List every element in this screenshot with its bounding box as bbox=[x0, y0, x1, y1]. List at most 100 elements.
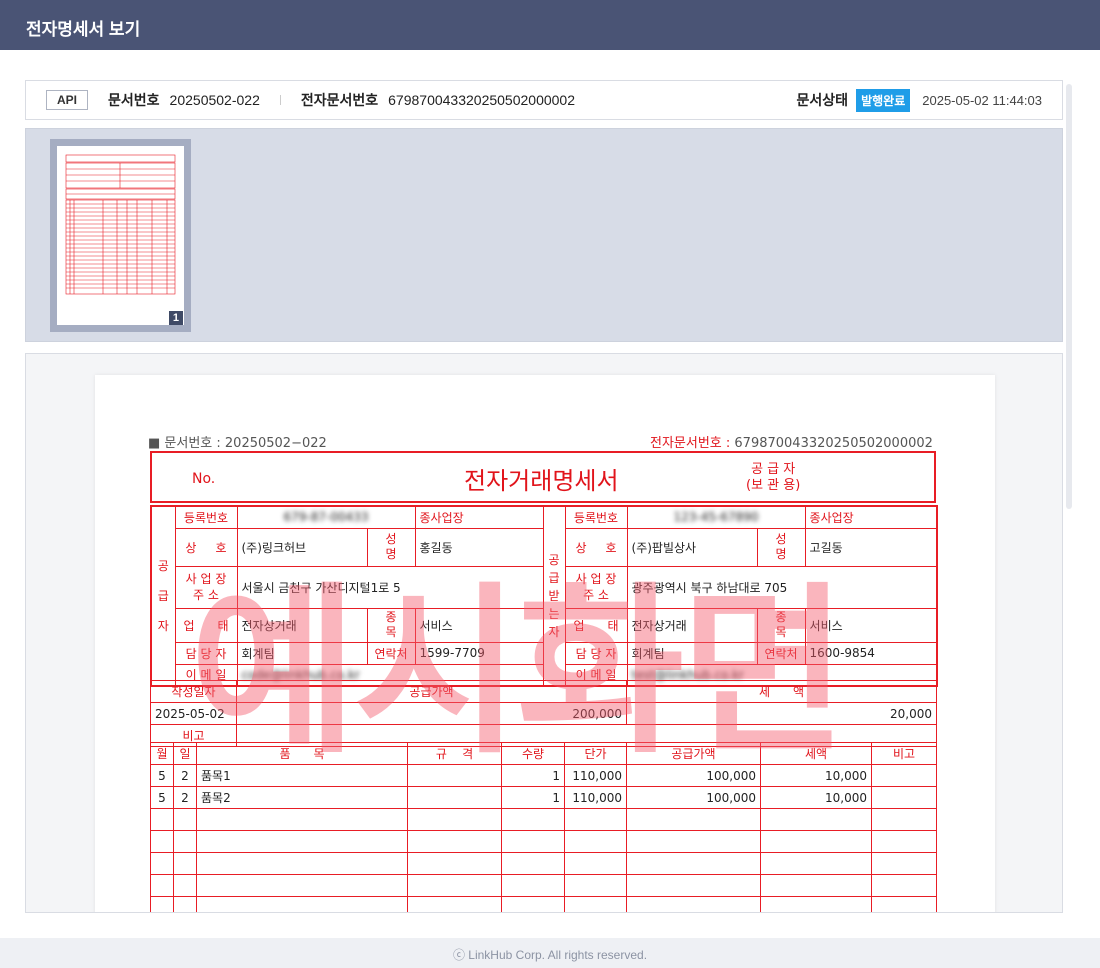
summary-table: 작성일자 공급가액 세 액 2025-05-02 200,000 20,000 … bbox=[150, 680, 937, 747]
item-month: 5 bbox=[150, 764, 174, 787]
supplier-addr-label: 사 업 장 주 소 bbox=[174, 565, 238, 609]
doc-header-edoc-label: 전자문서번호 : bbox=[650, 436, 735, 451]
col-day: 일 bbox=[173, 742, 197, 765]
divider bbox=[279, 95, 281, 105]
doc-title-box: No. 전자거래명세서 공 급 자 (보 관 용) bbox=[150, 451, 936, 503]
item-spec bbox=[407, 786, 502, 809]
item-unit-price: 110,000 bbox=[564, 764, 627, 787]
table-row bbox=[150, 874, 937, 897]
item-qty: 1 bbox=[501, 764, 565, 787]
supplier-branch-label: 종사업장 bbox=[414, 505, 544, 529]
receiver-biz-type: 전자상거래 bbox=[626, 607, 758, 643]
item-name: 품목2 bbox=[196, 786, 408, 809]
supplier-reg-no-label: 등록번호 bbox=[174, 505, 238, 529]
item-day: 2 bbox=[173, 764, 197, 787]
supplier-manager: 회계팀 bbox=[236, 641, 368, 665]
table-row bbox=[150, 830, 937, 853]
tax-label: 세 액 bbox=[626, 680, 937, 703]
receiver-branch-label: 종사업장 bbox=[804, 505, 938, 529]
supplier-side-label: 공 급 자 bbox=[150, 505, 176, 687]
thumbnail-preview bbox=[57, 146, 184, 325]
copy-type-label: 공 급 자 (보 관 용) bbox=[746, 462, 800, 494]
doc-title: 전자거래명세서 bbox=[464, 467, 619, 495]
status-label: 문서상태 bbox=[796, 92, 849, 108]
receiver-manager-label: 담 당 자 bbox=[564, 641, 628, 665]
supply-amount-label: 공급가액 bbox=[236, 680, 627, 703]
col-remark: 비고 bbox=[871, 742, 937, 765]
receiver-addr: 광주광역시 북구 하남대로 705 bbox=[626, 565, 938, 609]
supplier-company: (주)링크허브 bbox=[236, 527, 368, 567]
copy-type-line2: (보 관 용) bbox=[746, 478, 801, 493]
write-date-label: 작성일자 bbox=[150, 680, 237, 703]
document-viewer[interactable]: ■ 문서번호 : 20250502−022 전자문서번호 : 679870043… bbox=[25, 353, 1063, 913]
receiver-phone: 1600-9854 bbox=[804, 641, 938, 665]
col-tax: 세액 bbox=[760, 742, 872, 765]
supplier-ceo: 홍길동 bbox=[414, 527, 544, 567]
thumbnail-panel: 1 bbox=[25, 128, 1063, 342]
supplier-item-label: 종 목 bbox=[366, 607, 416, 643]
col-qty: 수량 bbox=[501, 742, 565, 765]
col-month: 월 bbox=[150, 742, 174, 765]
doc-no-label: 문서번호 bbox=[108, 92, 160, 108]
supplier-addr: 서울시 금천구 가산디지털1로 5 bbox=[236, 565, 544, 609]
party-table: 공 급 자 등록번호 679-87-00433 종사업장 공 급 받 는 자 등… bbox=[150, 505, 939, 687]
supply-amount: 200,000 bbox=[236, 702, 627, 725]
tax-amount: 20,000 bbox=[626, 702, 937, 725]
write-date: 2025-05-02 bbox=[150, 702, 237, 725]
item-tax: 10,000 bbox=[760, 764, 872, 787]
receiver-biz-type-label: 업 태 bbox=[564, 607, 628, 643]
item-tax: 10,000 bbox=[760, 786, 872, 809]
item-qty: 1 bbox=[501, 786, 565, 809]
page-number-badge: 1 bbox=[168, 311, 183, 325]
col-supply-amount: 공급가액 bbox=[626, 742, 761, 765]
supplier-company-label: 상 호 bbox=[174, 527, 238, 567]
item-spec bbox=[407, 764, 502, 787]
doc-header-edoc-value: 679870043320250502000002 bbox=[734, 436, 933, 451]
item-unit-price: 110,000 bbox=[564, 786, 627, 809]
item-remark bbox=[871, 764, 937, 787]
supplier-biz-type-label: 업 태 bbox=[174, 607, 238, 643]
window-title: 전자명세서 보기 bbox=[0, 0, 1100, 50]
receiver-side-label: 공 급 받 는 자 bbox=[542, 505, 566, 687]
receiver-item-label: 종 목 bbox=[756, 607, 806, 643]
supplier-phone-label: 연락처 bbox=[366, 641, 416, 665]
doc-header-edoc: 전자문서번호 : 679870043320250502000002 bbox=[650, 432, 933, 451]
items-table: 월 일 품 목 규 격 수량 단가 공급가액 세액 비고 5 2 품목1 1 1… bbox=[150, 742, 937, 912]
receiver-ceo-label: 성 명 bbox=[756, 527, 806, 567]
col-spec: 규 격 bbox=[407, 742, 502, 765]
edoc-no-value: 679870043320250502000002 bbox=[388, 92, 576, 108]
receiver-phone-label: 연락처 bbox=[756, 641, 806, 665]
supplier-manager-label: 담 당 자 bbox=[174, 641, 238, 665]
supplier-biz-type: 전자상거래 bbox=[236, 607, 368, 643]
receiver-ceo: 고길동 bbox=[804, 527, 938, 567]
issue-datetime: 2025-05-02 11:44:03 bbox=[922, 92, 1042, 108]
item-name: 품목1 bbox=[196, 764, 408, 787]
document-info-bar: API 문서번호 20250502-022 전자문서번호 67987004332… bbox=[25, 80, 1063, 120]
doc-no-value: 20250502-022 bbox=[169, 92, 260, 108]
receiver-company: (주)팝빌상사 bbox=[626, 527, 758, 567]
item-supply-amount: 100,000 bbox=[626, 764, 761, 787]
api-badge: API bbox=[46, 90, 89, 110]
item-day: 2 bbox=[173, 786, 197, 809]
copy-type-line1: 공 급 자 bbox=[751, 462, 796, 477]
supplier-item: 서비스 bbox=[414, 607, 544, 643]
footer-copyright: ⓒ LinkHub Corp. All rights reserved. bbox=[0, 938, 1100, 968]
document-page: ■ 문서번호 : 20250502−022 전자문서번호 : 679870043… bbox=[95, 375, 995, 912]
supplier-reg-no: 679-87-00433 bbox=[236, 505, 416, 529]
receiver-reg-no-label: 등록번호 bbox=[564, 505, 628, 529]
doc-no-field-label: No. bbox=[192, 471, 216, 487]
supplier-ceo-label: 성 명 bbox=[366, 527, 416, 567]
receiver-item: 서비스 bbox=[804, 607, 938, 643]
table-row: 5 2 품목2 1 110,000 100,000 10,000 bbox=[150, 786, 937, 809]
table-row bbox=[150, 808, 937, 831]
table-row: 5 2 품목1 1 110,000 100,000 10,000 bbox=[150, 764, 937, 787]
supplier-phone: 1599-7709 bbox=[414, 641, 544, 665]
table-row bbox=[150, 896, 937, 912]
viewer-scrollbar[interactable] bbox=[1066, 84, 1072, 509]
edoc-no-label: 전자문서번호 bbox=[300, 92, 379, 108]
receiver-addr-label: 사 업 장 주 소 bbox=[564, 565, 628, 609]
page-thumbnail[interactable]: 1 bbox=[50, 139, 191, 332]
item-remark bbox=[871, 786, 937, 809]
col-unit-price: 단가 bbox=[564, 742, 627, 765]
table-row bbox=[150, 852, 937, 875]
